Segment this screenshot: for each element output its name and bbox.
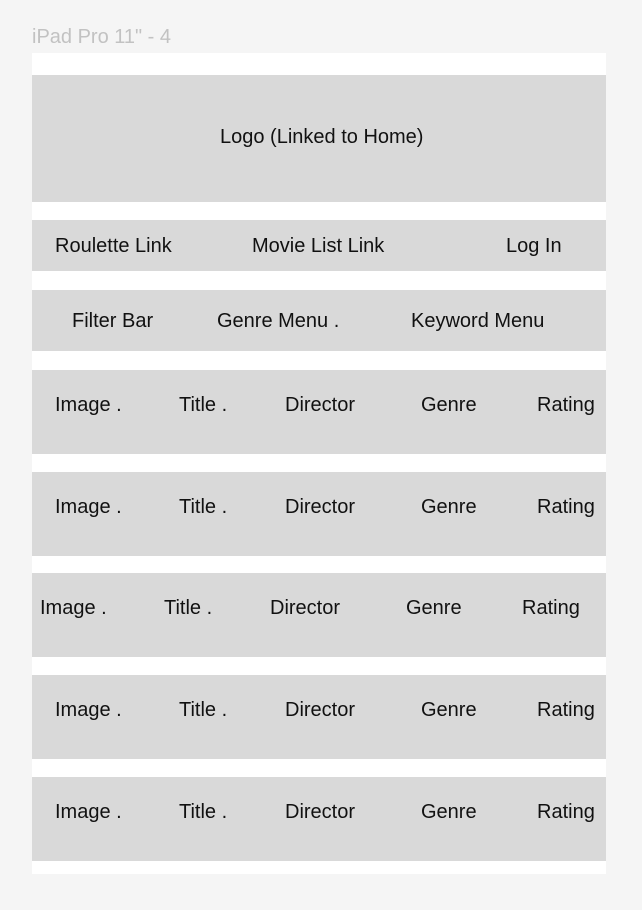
movie-title: Title . xyxy=(164,597,213,619)
filter-bar: Filter Bar Genre Menu . Keyword Menu xyxy=(32,290,606,351)
movie-director: Director xyxy=(285,496,356,518)
movie-rating: Rating xyxy=(537,801,595,823)
nav-bar: Roulette Link Movie List Link Log In xyxy=(32,220,606,271)
movie-title: Title . xyxy=(179,394,228,416)
movie-genre: Genre xyxy=(421,801,477,823)
ipad-frame: Logo (Linked to Home) Roulette Link Movi… xyxy=(32,53,606,874)
movie-image: Image . xyxy=(55,801,122,823)
logo-block[interactable]: Logo (Linked to Home) xyxy=(32,75,606,202)
movie-list-link[interactable]: Movie List Link xyxy=(252,236,384,256)
movie-row[interactable]: Image . Title . Director Genre Rating xyxy=(32,777,606,861)
movie-genre: Genre xyxy=(421,699,477,721)
movie-title: Title . xyxy=(179,699,228,721)
movie-director: Director xyxy=(285,699,356,721)
movie-title: Title . xyxy=(179,496,228,518)
movie-rating: Rating xyxy=(537,394,595,416)
movie-image: Image . xyxy=(55,496,122,518)
keyword-menu[interactable]: Keyword Menu xyxy=(411,311,544,331)
movie-row[interactable]: Image . Title . Director Genre Rating xyxy=(32,573,606,657)
genre-menu[interactable]: Genre Menu . xyxy=(217,311,339,331)
movie-genre: Genre xyxy=(421,496,477,518)
login-link[interactable]: Log In xyxy=(506,236,562,256)
movie-director: Director xyxy=(285,394,356,416)
roulette-link[interactable]: Roulette Link xyxy=(55,236,172,256)
movie-director: Director xyxy=(285,801,356,823)
movie-row[interactable]: Image . Title . Director Genre Rating xyxy=(32,472,606,556)
movie-image: Image . xyxy=(55,394,122,416)
movie-rating: Rating xyxy=(537,699,595,721)
movie-rating: Rating xyxy=(522,597,580,619)
movie-row[interactable]: Image . Title . Director Genre Rating xyxy=(32,675,606,759)
movie-genre: Genre xyxy=(406,597,462,619)
movie-genre: Genre xyxy=(421,394,477,416)
movie-row[interactable]: Image . Title . Director Genre Rating xyxy=(32,370,606,454)
frame-title: iPad Pro 11" - 4 xyxy=(32,26,172,48)
movie-image: Image . xyxy=(40,597,107,619)
movie-image: Image . xyxy=(55,699,122,721)
movie-director: Director xyxy=(270,597,341,619)
filter-bar-label[interactable]: Filter Bar xyxy=(72,311,153,331)
movie-rating: Rating xyxy=(537,496,595,518)
movie-title: Title . xyxy=(179,801,228,823)
logo-link-label[interactable]: Logo (Linked to Home) xyxy=(220,127,423,147)
